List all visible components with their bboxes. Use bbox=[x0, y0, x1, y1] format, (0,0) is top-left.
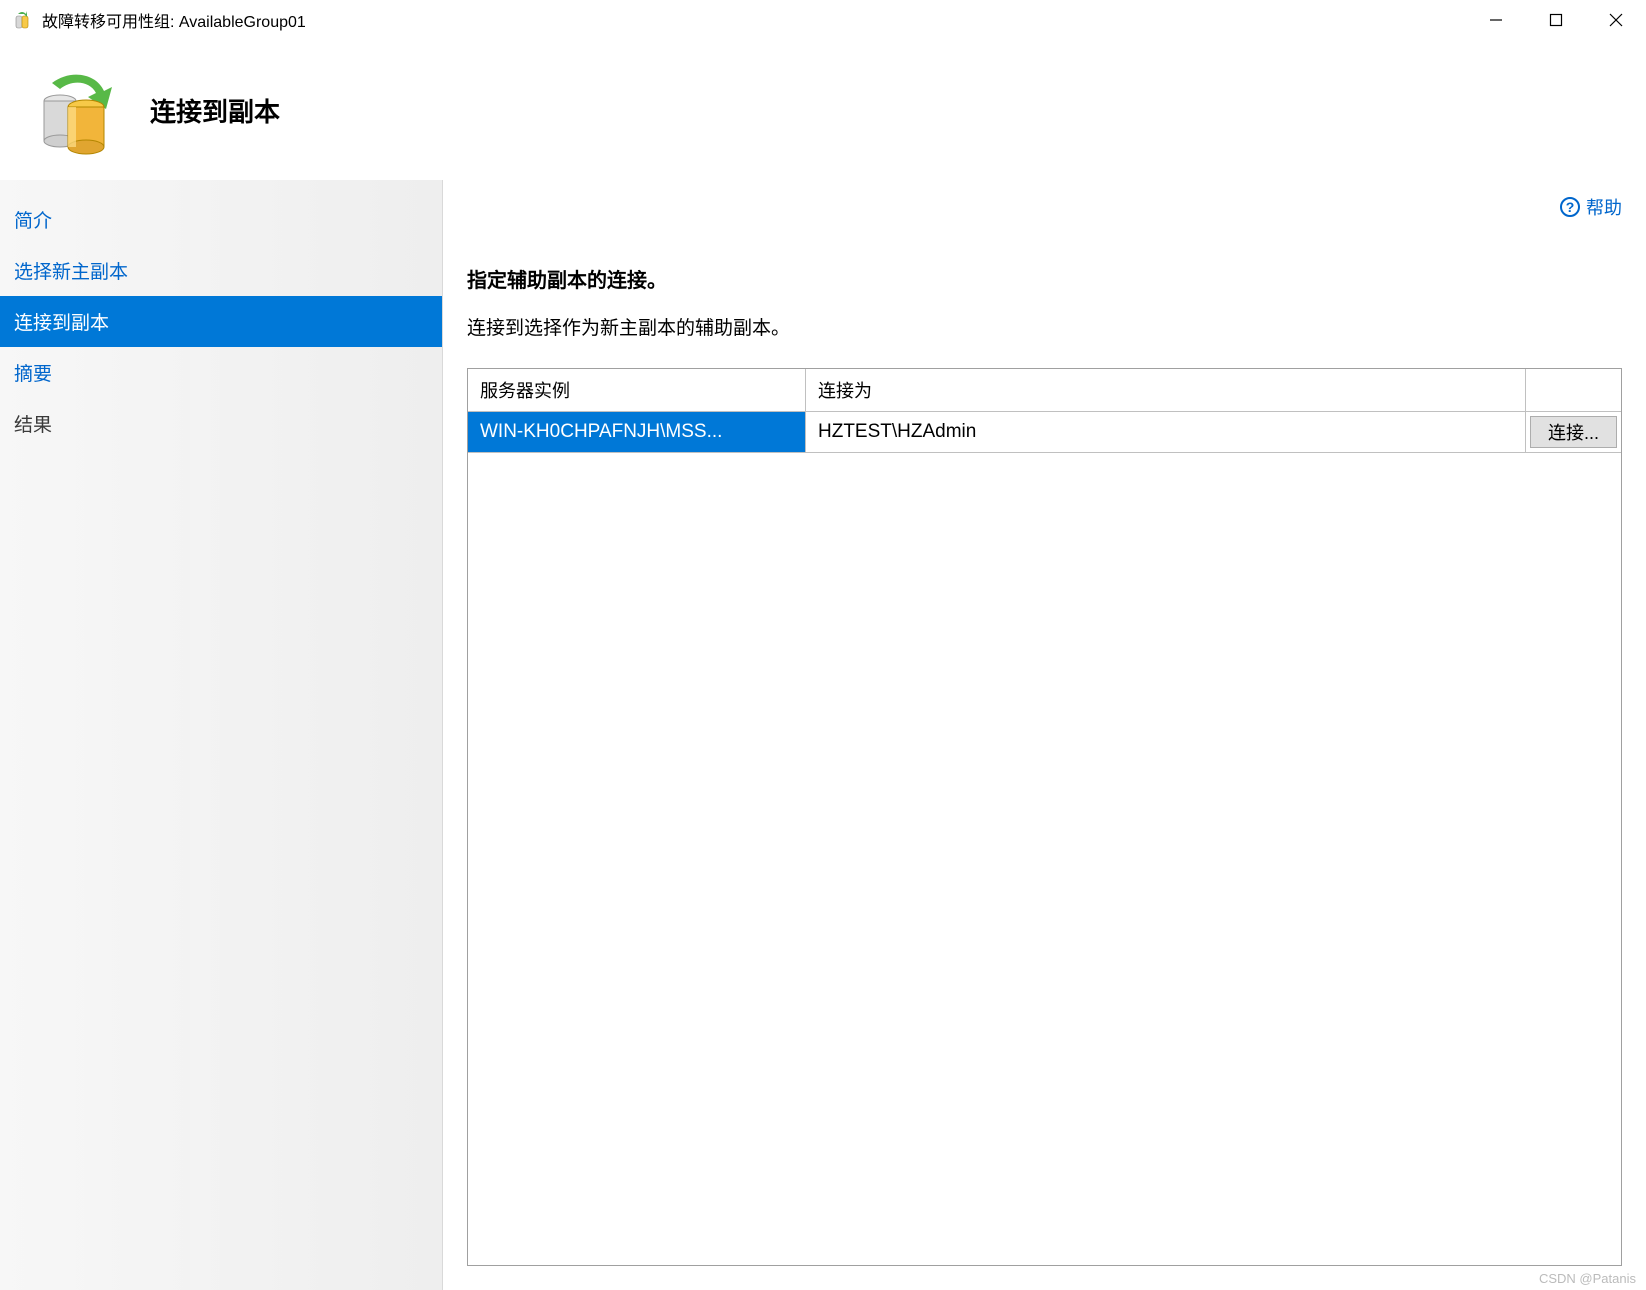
window-title: 故障转移可用性组: AvailableGroup01 bbox=[42, 8, 306, 32]
column-header-server-instance[interactable]: 服务器实例 bbox=[468, 369, 806, 412]
cell-connect-action: 连接... bbox=[1526, 412, 1621, 453]
page-title: 连接到副本 bbox=[150, 92, 280, 129]
help-link[interactable]: ? 帮助 bbox=[1560, 194, 1622, 220]
sidebar-item-connect-replica[interactable]: 连接到副本 bbox=[0, 296, 442, 347]
replica-grid: 服务器实例 连接为 WIN-KH0CHPAFNJH\MSS... HZTEST\… bbox=[467, 368, 1622, 1266]
sidebar-item-select-primary[interactable]: 选择新主副本 bbox=[0, 245, 442, 296]
window-controls bbox=[1466, 0, 1646, 40]
cell-connected-as[interactable]: HZTEST\HZAdmin bbox=[806, 412, 1526, 453]
wizard-header-icon bbox=[30, 65, 120, 155]
maximize-button[interactable] bbox=[1526, 0, 1586, 40]
wizard-header: 连接到副本 bbox=[0, 40, 1646, 180]
column-header-connected-as[interactable]: 连接为 bbox=[806, 369, 1526, 412]
help-icon: ? bbox=[1560, 197, 1580, 217]
grid-empty-area bbox=[468, 453, 1621, 1265]
help-label: 帮助 bbox=[1586, 194, 1622, 220]
section-heading: 指定辅助副本的连接。 bbox=[467, 264, 1622, 293]
minimize-button[interactable] bbox=[1466, 0, 1526, 40]
grid-row[interactable]: WIN-KH0CHPAFNJH\MSS... HZTEST\HZAdmin 连接… bbox=[468, 412, 1621, 453]
watermark: CSDN @Patanis bbox=[1539, 1271, 1636, 1286]
app-icon bbox=[12, 10, 32, 30]
wizard-main: ? 帮助 指定辅助副本的连接。 连接到选择作为新主副本的辅助副本。 服务器实例 … bbox=[443, 180, 1646, 1290]
connect-button[interactable]: 连接... bbox=[1530, 416, 1617, 448]
column-header-action bbox=[1526, 369, 1621, 412]
title-bar: 故障转移可用性组: AvailableGroup01 bbox=[0, 0, 1646, 40]
sidebar-item-intro[interactable]: 简介 bbox=[0, 194, 442, 245]
section-description: 连接到选择作为新主副本的辅助副本。 bbox=[467, 313, 1622, 340]
close-button[interactable] bbox=[1586, 0, 1646, 40]
sidebar-item-summary[interactable]: 摘要 bbox=[0, 347, 442, 398]
cell-server-instance[interactable]: WIN-KH0CHPAFNJH\MSS... bbox=[468, 412, 806, 453]
sidebar-item-results[interactable]: 结果 bbox=[0, 398, 442, 449]
grid-header-row: 服务器实例 连接为 bbox=[468, 369, 1621, 412]
wizard-sidebar: 简介 选择新主副本 连接到副本 摘要 结果 bbox=[0, 180, 443, 1290]
